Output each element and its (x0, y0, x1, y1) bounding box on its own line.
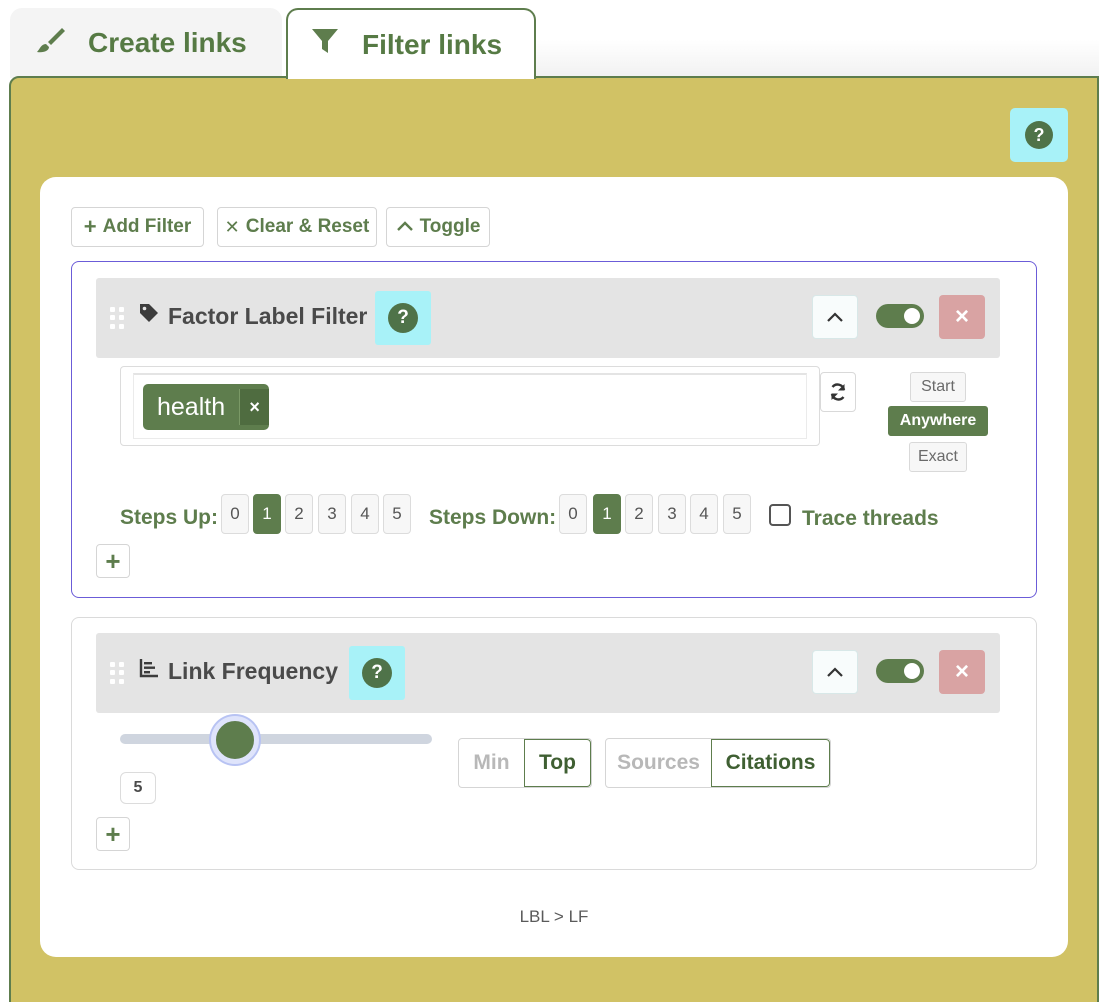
drag-handle-icon[interactable] (110, 662, 124, 684)
tag-chip: health × (143, 384, 270, 430)
remove-filter-button[interactable]: × (939, 650, 985, 694)
enable-toggle[interactable] (876, 659, 924, 683)
steps-up-label: Steps Up: (120, 506, 219, 529)
tag-chip-label: health (157, 392, 226, 421)
help-button[interactable]: ? (1010, 108, 1068, 162)
plus-icon: + (105, 818, 121, 849)
steps-down-3[interactable]: 3 (658, 494, 686, 534)
steps-up-1[interactable]: 1 (253, 494, 281, 534)
bar-chart-icon (138, 657, 160, 685)
factor-label-filter: Factor Label Filter ? × health × Start A… (71, 261, 1037, 598)
factor-label-help-button[interactable]: ? (375, 291, 431, 345)
toggle-label: Toggle (419, 216, 481, 237)
steps-up-5[interactable]: 5 (383, 494, 411, 534)
filter-breadcrumb: LBL > LF (519, 907, 589, 926)
toggle-button[interactable]: Toggle (386, 207, 490, 247)
tag-icon (138, 302, 160, 330)
collapse-button[interactable] (812, 650, 858, 694)
add-subfilter-button[interactable]: + (96, 817, 130, 851)
enable-toggle[interactable] (876, 304, 924, 328)
refresh-icon (830, 383, 846, 401)
steps-down-0[interactable]: 0 (559, 494, 587, 534)
chevron-up-icon (827, 667, 843, 677)
question-icon: ? (388, 303, 418, 333)
match-anywhere-button[interactable]: Anywhere (888, 406, 988, 436)
clear-reset-label: Clear & Reset (245, 216, 370, 237)
clear-reset-button[interactable]: ✕ Clear & Reset (217, 207, 377, 247)
filter-panel: ? + Add Filter ✕ Clear & Reset Toggle Fa… (9, 76, 1099, 1002)
link-frequency-help-button[interactable]: ? (349, 646, 405, 700)
tag-remove-button[interactable]: × (239, 389, 270, 425)
factor-label-filter-header: Factor Label Filter ? × (96, 278, 1000, 358)
collapse-button[interactable] (812, 295, 858, 339)
link-frequency-filter: Link Frequency ? × 5 Min Top Sources Cit… (71, 617, 1037, 870)
steps-down-label: Steps Down: (429, 506, 557, 529)
filter-card: + Add Filter ✕ Clear & Reset Toggle Fact… (40, 177, 1068, 957)
add-filter-label: Add Filter (102, 216, 192, 237)
chevron-up-icon (396, 216, 414, 238)
frequency-slider-thumb[interactable] (211, 716, 259, 764)
link-frequency-header: Link Frequency ? × (96, 633, 1000, 713)
tab-strip (536, 40, 1099, 78)
filter-icon (310, 26, 340, 63)
trace-threads-label: Trace threads (802, 507, 939, 530)
factor-label-filter-title-text: Factor Label Filter (168, 302, 368, 329)
min-option[interactable]: Min (459, 739, 524, 787)
add-filter-button[interactable]: + Add Filter (71, 207, 204, 247)
refresh-button[interactable] (820, 372, 856, 412)
tab-create-links-label: Create links (88, 27, 247, 58)
sources-option[interactable]: Sources (606, 739, 711, 787)
trace-threads-checkbox[interactable] (769, 504, 791, 526)
match-exact-button[interactable]: Exact (909, 442, 967, 472)
question-icon: ? (362, 658, 392, 688)
steps-down-5[interactable]: 5 (723, 494, 751, 534)
steps-up-0[interactable]: 0 (221, 494, 249, 534)
sources-citations-toggle: Sources Citations (605, 738, 831, 788)
top-option[interactable]: Top (524, 739, 591, 787)
steps-up-2[interactable]: 2 (285, 494, 313, 534)
drag-handle-icon[interactable] (110, 307, 124, 329)
question-icon: ? (1025, 121, 1053, 149)
close-icon: ✕ (224, 216, 240, 237)
link-frequency-title-text: Link Frequency (168, 657, 338, 684)
match-start-button[interactable]: Start (910, 372, 966, 402)
plus-icon: + (105, 545, 121, 576)
tab-create-links[interactable]: Create links (10, 8, 282, 78)
steps-down-2[interactable]: 2 (625, 494, 653, 534)
tag-input-field[interactable]: health × (133, 373, 807, 439)
tab-filter-links[interactable]: Filter links (286, 8, 536, 79)
add-subfilter-button[interactable]: + (96, 544, 130, 578)
link-frequency-title: Link Frequency (138, 657, 338, 685)
min-top-toggle: Min Top (458, 738, 592, 788)
frequency-slider-track[interactable] (120, 734, 432, 744)
tab-filter-links-label: Filter links (362, 28, 503, 60)
citations-option[interactable]: Citations (711, 739, 830, 787)
factor-label-filter-title: Factor Label Filter (138, 302, 367, 330)
frequency-slider-value: 5 (120, 772, 156, 804)
steps-up-4[interactable]: 4 (351, 494, 379, 534)
steps-down-1[interactable]: 1 (593, 494, 621, 534)
label-tag-input[interactable]: health × (120, 366, 820, 446)
brush-icon (36, 25, 66, 62)
steps-up-3[interactable]: 3 (318, 494, 346, 534)
steps-down-4[interactable]: 4 (690, 494, 718, 534)
remove-filter-button[interactable]: × (939, 295, 985, 339)
plus-icon: + (83, 214, 97, 239)
chevron-up-icon (827, 312, 843, 322)
